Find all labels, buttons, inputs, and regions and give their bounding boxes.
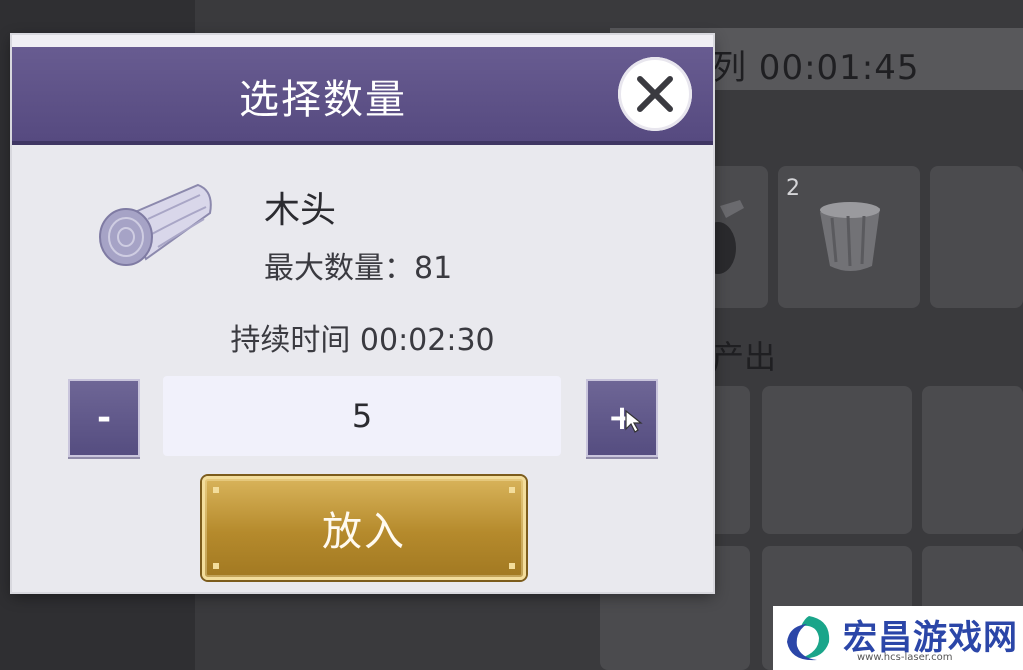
close-button[interactable] [618, 57, 692, 131]
button-corner [509, 563, 515, 569]
game-screen: 列 00:01:45 2 产出 选择数量 木头 最大数量：81 持续时间 00:… [0, 0, 1023, 670]
button-corner [213, 563, 219, 569]
max-quantity: 最大数量：81 [264, 251, 453, 286]
quantity-input[interactable]: 5 [163, 376, 561, 456]
watermark: 宏昌游戏网 www.hcs-laser.com [773, 606, 1023, 670]
dialog-title: 选择数量 [239, 77, 407, 123]
duration: 持续时间 00:02:30 [230, 323, 495, 358]
background-output-label: 产出 [712, 338, 777, 376]
put-in-button[interactable]: 放入 [202, 476, 526, 580]
item-name: 木头 [264, 190, 337, 231]
background-slot-count: 2 [786, 176, 800, 201]
background-slot[interactable] [930, 166, 1023, 308]
watermark-url: www.hcs-laser.com [857, 652, 953, 663]
log-icon [99, 183, 212, 266]
button-corner [509, 487, 515, 493]
background-slot[interactable] [762, 386, 912, 534]
select-quantity-dialog: 选择数量 木头 最大数量：81 持续时间 00:02:30 - 5 + 放入 [12, 35, 713, 592]
button-corner [213, 487, 219, 493]
decrease-button[interactable]: - [68, 379, 140, 457]
dialog-header: 选择数量 [12, 35, 713, 145]
cursor-icon [625, 409, 643, 433]
bucket-icon [820, 202, 880, 271]
increase-button[interactable]: + [586, 379, 658, 457]
background-queue-timer: 列 00:01:45 [712, 48, 920, 88]
dialog-header-strip [12, 35, 713, 47]
background-slot[interactable] [922, 386, 1023, 534]
close-icon [637, 76, 673, 112]
watermark-logo-icon [787, 616, 830, 661]
put-in-label: 放入 [322, 509, 406, 555]
